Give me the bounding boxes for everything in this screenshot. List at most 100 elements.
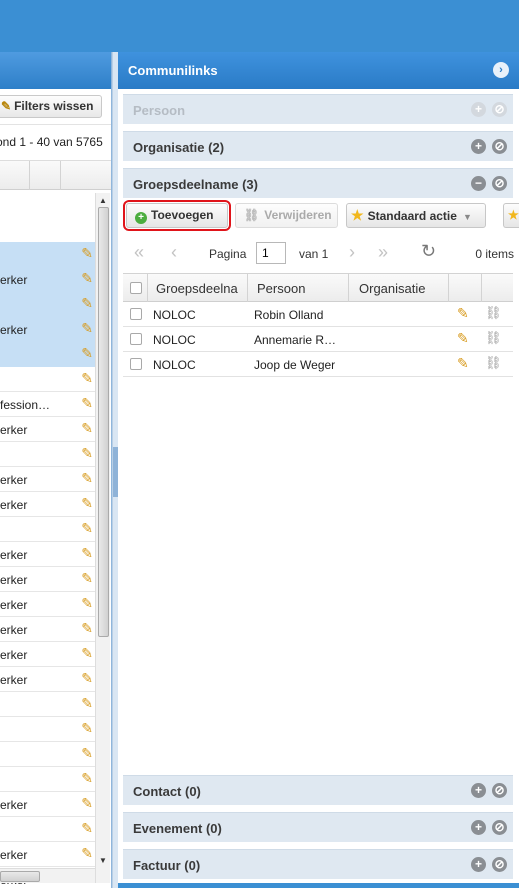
- last-page-icon[interactable]: »: [378, 242, 388, 263]
- table-row[interactable]: ✎: [0, 817, 95, 842]
- plus-circle-icon[interactable]: +: [471, 783, 486, 798]
- column-header-groepsdeelname[interactable]: Groepsdeelna: [156, 281, 246, 296]
- pencil-icon[interactable]: ✎: [81, 445, 93, 462]
- pencil-icon[interactable]: ✎: [81, 320, 93, 337]
- table-row[interactable]: erker ✎: [0, 567, 95, 592]
- section-organisatie[interactable]: Organisatie (2) + ⊘: [123, 131, 513, 161]
- clear-filters-button[interactable]: ✎ Filters wissen: [0, 95, 102, 118]
- pencil-icon[interactable]: ✎: [81, 620, 93, 637]
- row-cell: erker: [0, 798, 28, 812]
- table-row[interactable]: erker ✎: [0, 542, 95, 567]
- row-checkbox[interactable]: [130, 358, 142, 370]
- table-row[interactable]: erker ✎: [0, 642, 95, 667]
- row-checkbox[interactable]: [130, 333, 142, 345]
- pencil-icon[interactable]: ✎: [81, 720, 93, 737]
- table-row[interactable]: erker ✎: [0, 792, 95, 817]
- table-row[interactable]: ✎: [0, 767, 95, 792]
- table-row[interactable]: erker ✎: [0, 617, 95, 642]
- pencil-icon[interactable]: ✎: [457, 305, 469, 322]
- column-header-persoon[interactable]: Persoon: [257, 281, 305, 296]
- table-row[interactable]: fession… ✎: [0, 392, 95, 417]
- pencil-icon[interactable]: ✎: [81, 245, 93, 262]
- table-row[interactable]: erker ✎: [0, 842, 95, 867]
- scroll-thumb[interactable]: [98, 207, 109, 637]
- pencil-icon[interactable]: ✎: [81, 420, 93, 437]
- page-input[interactable]: [256, 242, 286, 264]
- pencil-icon[interactable]: ✎: [81, 820, 93, 837]
- table-row[interactable]: ✎: [0, 367, 95, 392]
- pencil-icon[interactable]: ✎: [81, 270, 93, 287]
- select-all-checkbox[interactable]: [130, 282, 142, 294]
- prev-page-icon[interactable]: ‹: [171, 242, 177, 263]
- table-row[interactable]: NOLOC Joop de Weger ✎ ⛓: [123, 352, 513, 377]
- pencil-icon[interactable]: ✎: [81, 370, 93, 387]
- pencil-icon[interactable]: ✎: [81, 695, 93, 712]
- pencil-icon[interactable]: ✎: [81, 645, 93, 662]
- pencil-icon[interactable]: ✎: [81, 845, 93, 862]
- unlink-icon[interactable]: ⛓: [485, 355, 502, 371]
- vertical-scrollbar[interactable]: ▲ ▼: [95, 193, 110, 883]
- refresh-icon[interactable]: ↻: [421, 241, 436, 262]
- minus-circle-icon[interactable]: −: [471, 176, 486, 191]
- pencil-icon[interactable]: ✎: [81, 770, 93, 787]
- unlink-icon[interactable]: ⛓: [485, 330, 502, 346]
- pencil-icon[interactable]: ✎: [81, 395, 93, 412]
- scroll-thumb[interactable]: [0, 871, 40, 882]
- block-circle-icon[interactable]: ⊘: [492, 857, 507, 872]
- block-circle-icon[interactable]: ⊘: [492, 176, 507, 191]
- pencil-icon[interactable]: ✎: [81, 495, 93, 512]
- plus-circle-icon[interactable]: +: [471, 820, 486, 835]
- table-row[interactable]: ✎: [0, 342, 95, 367]
- collapse-arrow-icon[interactable]: ›: [493, 62, 509, 78]
- pencil-icon[interactable]: ✎: [81, 520, 93, 537]
- section-groepsdeelname[interactable]: Groepsdeelname (3) − ⊘: [123, 168, 513, 198]
- scroll-up-icon[interactable]: ▲: [99, 196, 107, 205]
- row-checkbox[interactable]: [130, 308, 142, 320]
- pencil-icon[interactable]: ✎: [81, 595, 93, 612]
- pencil-icon[interactable]: ✎: [81, 470, 93, 487]
- add-button[interactable]: + Toevoegen: [123, 200, 231, 231]
- plus-circle-icon[interactable]: +: [471, 139, 486, 154]
- pencil-icon[interactable]: ✎: [81, 795, 93, 812]
- next-page-icon[interactable]: ›: [349, 242, 355, 263]
- table-row[interactable]: ✎: [0, 517, 95, 542]
- column-header-organisatie[interactable]: Organisatie: [359, 281, 425, 296]
- table-row[interactable]: ✎: [0, 717, 95, 742]
- delete-button[interactable]: ⛓ Verwijderen: [235, 203, 338, 228]
- plus-circle-icon[interactable]: +: [471, 857, 486, 872]
- block-circle-icon[interactable]: ⊘: [492, 820, 507, 835]
- table-row[interactable]: erker ✎: [0, 492, 95, 517]
- pencil-icon[interactable]: ✎: [81, 545, 93, 562]
- table-row[interactable]: erker ✎: [0, 467, 95, 492]
- horizontal-scrollbar[interactable]: [0, 868, 95, 883]
- unlink-icon[interactable]: ⛓: [485, 305, 502, 321]
- table-row[interactable]: erker ✎ ✎: [0, 292, 95, 342]
- block-circle-icon[interactable]: ⊘: [492, 783, 507, 798]
- table-row[interactable]: erker ✎: [0, 592, 95, 617]
- table-row[interactable]: NOLOC Annemarie R… ✎ ⛓: [123, 327, 513, 352]
- table-row[interactable]: ✎: [0, 442, 95, 467]
- pencil-icon[interactable]: ✎: [81, 670, 93, 687]
- section-persoon[interactable]: Persoon + ⊘: [123, 94, 513, 124]
- pencil-icon[interactable]: ✎: [81, 295, 93, 312]
- standard-action-button[interactable]: ★ Standaard actie ▼: [346, 203, 486, 228]
- block-circle-icon[interactable]: ⊘: [492, 139, 507, 154]
- section-contact[interactable]: Contact (0) + ⊘: [123, 775, 513, 805]
- section-factuur[interactable]: Factuur (0) + ⊘: [123, 849, 513, 879]
- pencil-icon[interactable]: ✎: [457, 330, 469, 347]
- section-evenement[interactable]: Evenement (0) + ⊘: [123, 812, 513, 842]
- pencil-icon[interactable]: ✎: [81, 345, 93, 362]
- pager: « ‹ Pagina van 1 › » ↻ 0 items: [123, 238, 514, 270]
- table-row[interactable]: erker ✎: [0, 667, 95, 692]
- table-row[interactable]: erker ✎: [0, 417, 95, 442]
- table-row[interactable]: erker ✎ ✎: [0, 242, 95, 292]
- table-row[interactable]: ✎: [0, 692, 95, 717]
- pencil-icon[interactable]: ✎: [457, 355, 469, 372]
- first-page-icon[interactable]: «: [134, 242, 144, 263]
- pencil-icon[interactable]: ✎: [81, 570, 93, 587]
- table-row[interactable]: ✎: [0, 742, 95, 767]
- table-row[interactable]: NOLOC Robin Olland ✎ ⛓: [123, 302, 513, 327]
- scroll-down-icon[interactable]: ▼: [99, 856, 107, 865]
- extra-action-button[interactable]: ★: [503, 203, 519, 228]
- pencil-icon[interactable]: ✎: [81, 745, 93, 762]
